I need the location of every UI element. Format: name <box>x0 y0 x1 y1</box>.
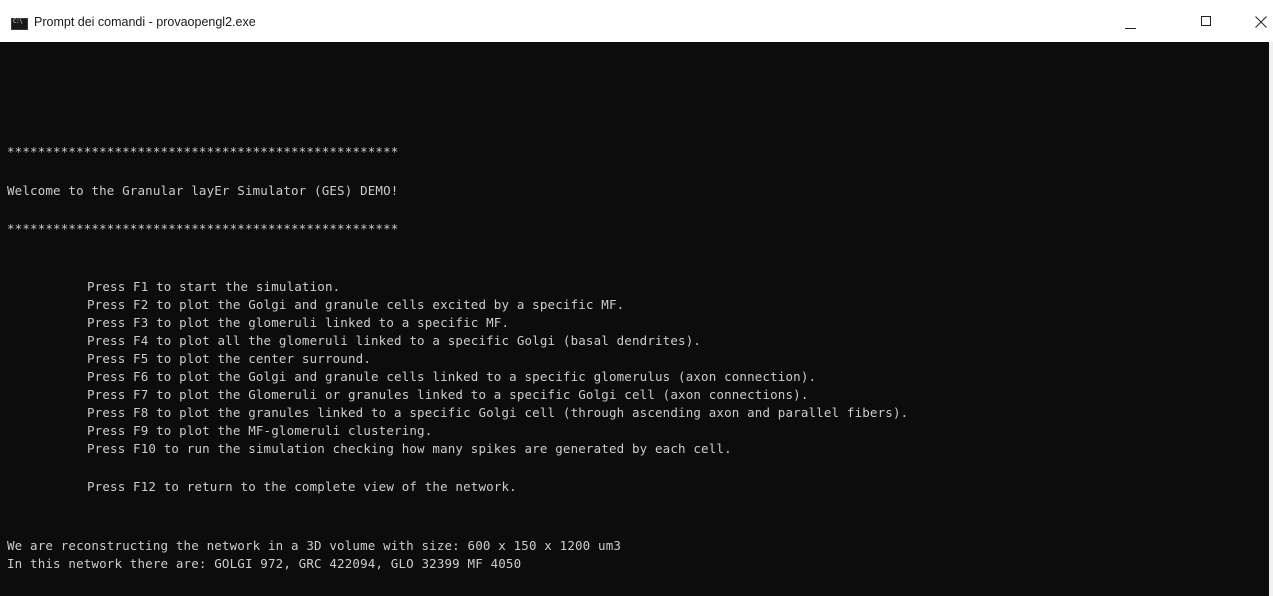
instruction-f12: Press F12 to return to the complete view… <box>87 479 517 494</box>
instruction-f5: Press F5 to plot the center surround. <box>87 351 371 366</box>
banner-top: ****************************************… <box>7 144 399 159</box>
volume-info-line: We are reconstructing the network in a 3… <box>7 538 622 553</box>
instruction-f1: Press F1 to start the simulation. <box>87 279 341 294</box>
instruction-f2: Press F2 to plot the Golgi and granule c… <box>87 297 625 312</box>
console-window: Prompt dei comandi - provaopengl2.exe **… <box>0 0 1273 596</box>
title-bar[interactable]: Prompt dei comandi - provaopengl2.exe <box>0 0 1273 42</box>
minimize-icon <box>1125 28 1136 29</box>
maximize-icon <box>1201 16 1211 26</box>
maximize-button[interactable] <box>1153 0 1211 42</box>
banner-bottom: ****************************************… <box>7 221 399 236</box>
instruction-f7: Press F7 to plot the Glomeruli or granul… <box>87 387 809 402</box>
console-output[interactable]: ****************************************… <box>0 42 1269 596</box>
window-right-edge <box>1269 42 1273 596</box>
instruction-f10: Press F10 to run the simulation checking… <box>87 441 732 456</box>
close-button[interactable] <box>1227 0 1273 42</box>
instruction-f8: Press F8 to plot the granules linked to … <box>87 405 909 420</box>
instruction-f9: Press F9 to plot the MF-glomeruli cluste… <box>87 423 433 438</box>
instruction-f4: Press F4 to plot all the glomeruli linke… <box>87 333 702 348</box>
minimize-button[interactable] <box>1107 0 1153 42</box>
window-title: Prompt dei comandi - provaopengl2.exe <box>34 15 256 29</box>
close-icon <box>1255 16 1267 28</box>
network-info-line: In this network there are: GOLGI 972, GR… <box>7 556 522 571</box>
instruction-f3: Press F3 to plot the glomeruli linked to… <box>87 315 510 330</box>
instruction-f6: Press F6 to plot the Golgi and granule c… <box>87 369 817 384</box>
welcome-message: Welcome to the Granular layEr Simulator … <box>7 183 399 198</box>
cmd-icon[interactable] <box>11 18 28 30</box>
